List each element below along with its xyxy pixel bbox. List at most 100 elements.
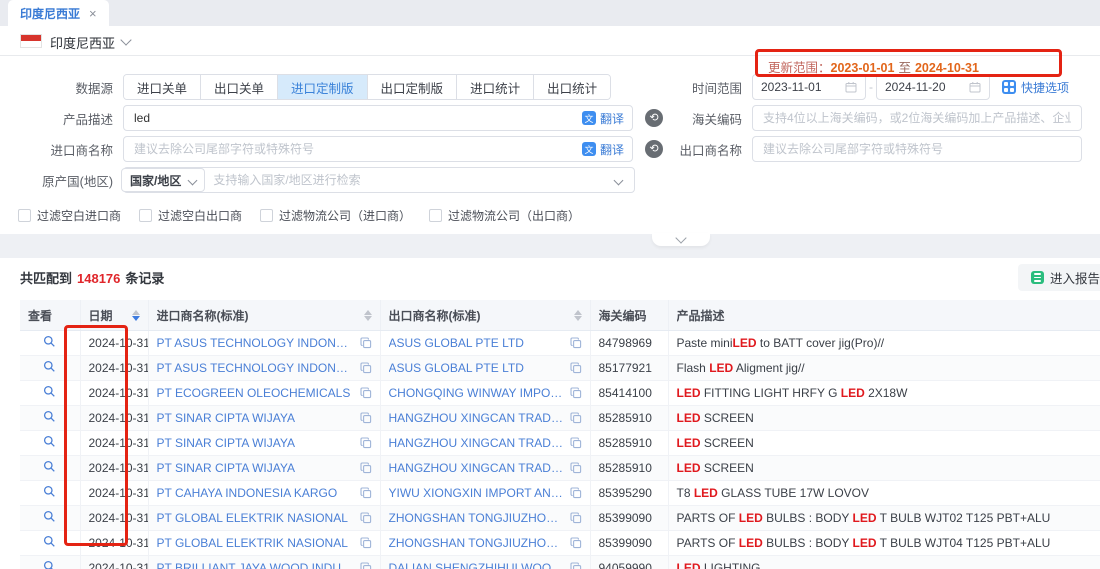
- origin-search-input[interactable]: [211, 172, 609, 188]
- copy-icon[interactable]: [360, 562, 372, 569]
- copy-icon[interactable]: [570, 537, 582, 549]
- data-source-tab-0[interactable]: 进口关单: [124, 75, 201, 99]
- copy-icon[interactable]: [570, 512, 582, 524]
- checkbox-icon[interactable]: [18, 209, 31, 222]
- copy-icon[interactable]: [360, 412, 372, 424]
- view-cell[interactable]: [20, 381, 80, 406]
- importer-cell-link[interactable]: PT CAHAYA INDONESIA KARGO: [157, 486, 354, 500]
- magnifier-icon[interactable]: [43, 485, 56, 498]
- quick-options-link[interactable]: 快捷选项: [1002, 79, 1069, 96]
- view-cell[interactable]: [20, 506, 80, 531]
- update-range-from: 2023-01-01: [831, 61, 895, 75]
- magnifier-icon[interactable]: [43, 335, 56, 348]
- translate-button[interactable]: 文 翻译: [582, 141, 624, 158]
- exporter-cell-link[interactable]: ASUS GLOBAL PTE LTD: [389, 361, 564, 375]
- copy-icon[interactable]: [360, 487, 372, 499]
- tab-indonesia[interactable]: 印度尼西亚 ×: [8, 0, 109, 26]
- filter-checkbox-3[interactable]: 过滤物流公司（出口商）: [429, 207, 580, 224]
- copy-icon[interactable]: [570, 337, 582, 349]
- view-cell[interactable]: [20, 406, 80, 431]
- translate-button[interactable]: 文 翻译: [582, 110, 624, 127]
- exporter-cell-link[interactable]: DALIAN SHENGZHIHUI WOOD INDUST...: [389, 561, 564, 569]
- checkbox-icon[interactable]: [260, 209, 273, 222]
- exporter-cell-link[interactable]: ASUS GLOBAL PTE LTD: [389, 336, 564, 350]
- importer-cell-link[interactable]: PT BRILLIANT JAYA WOOD INDUSTRY: [157, 561, 354, 569]
- importer-cell-link[interactable]: PT ASUS TECHNOLOGY INDONESIA BA...: [157, 336, 354, 350]
- importer-cell-link[interactable]: PT SINAR CIPTA WIJAYA: [157, 461, 354, 475]
- sort-icon[interactable]: [574, 310, 582, 321]
- view-cell[interactable]: [20, 531, 80, 556]
- copy-icon[interactable]: [570, 462, 582, 474]
- magnifier-icon[interactable]: [43, 435, 56, 448]
- copy-icon[interactable]: [360, 462, 372, 474]
- view-cell[interactable]: [20, 431, 80, 456]
- column-header-1[interactable]: 日期: [80, 300, 148, 331]
- copy-icon[interactable]: [570, 437, 582, 449]
- close-icon[interactable]: ×: [89, 7, 97, 20]
- exporter-cell-link[interactable]: HANGZHOU XINGCAN TRADING CO LTD: [389, 411, 564, 425]
- date-from-input[interactable]: 2023-11-01: [752, 74, 866, 100]
- column-header-2[interactable]: 进口商名称(标准): [148, 300, 380, 331]
- magnifier-icon[interactable]: [43, 560, 56, 569]
- filter-checkbox-0[interactable]: 过滤空白进口商: [18, 207, 121, 224]
- copy-icon[interactable]: [570, 387, 582, 399]
- importer-cell-link[interactable]: PT SINAR CIPTA WIJAYA: [157, 411, 354, 425]
- view-cell[interactable]: [20, 481, 80, 506]
- magnifier-icon[interactable]: [43, 360, 56, 373]
- data-source-tab-4[interactable]: 进口统计: [457, 75, 534, 99]
- exporter-input[interactable]: [761, 141, 1073, 157]
- copy-icon[interactable]: [570, 487, 582, 499]
- enter-report-button[interactable]: 进入报告: [1018, 264, 1100, 291]
- date-cell: 2024-10-31: [80, 431, 148, 456]
- hs-code-cell: 85285910: [590, 431, 668, 456]
- view-cell[interactable]: [20, 356, 80, 381]
- exporter-cell-link[interactable]: HANGZHOU XINGCAN TRADING CO LTD: [389, 461, 564, 475]
- importer-cell-link[interactable]: PT GLOBAL ELEKTRIK NASIONAL: [157, 511, 354, 525]
- data-source-tab-1[interactable]: 出口关单: [201, 75, 278, 99]
- filter-checkbox-2[interactable]: 过滤物流公司（进口商）: [260, 207, 411, 224]
- copy-icon[interactable]: [360, 362, 372, 374]
- copy-icon[interactable]: [360, 337, 372, 349]
- importer-input[interactable]: [132, 141, 576, 157]
- copy-icon[interactable]: [570, 362, 582, 374]
- origin-select[interactable]: 国家/地区: [121, 168, 205, 192]
- magnifier-icon[interactable]: [43, 535, 56, 548]
- date-to-input[interactable]: 2024-11-20: [876, 74, 990, 100]
- view-cell[interactable]: [20, 456, 80, 481]
- importer-cell-link[interactable]: PT SINAR CIPTA WIJAYA: [157, 436, 354, 450]
- importer-cell-link[interactable]: PT ASUS TECHNOLOGY INDONESIA BA...: [157, 361, 354, 375]
- magnifier-icon[interactable]: [43, 510, 56, 523]
- importer-cell-link[interactable]: PT GLOBAL ELEKTRIK NASIONAL: [157, 536, 354, 550]
- importer-cell-link[interactable]: PT ECOGREEN OLEOCHEMICALS: [157, 386, 354, 400]
- view-cell[interactable]: [20, 331, 80, 356]
- magnifier-icon[interactable]: [43, 410, 56, 423]
- exporter-cell-link[interactable]: ZHONGSHAN TONGJIUZHOU INTERNA...: [389, 536, 564, 550]
- checkbox-icon[interactable]: [429, 209, 442, 222]
- copy-icon[interactable]: [360, 512, 372, 524]
- sort-icon[interactable]: [132, 310, 140, 321]
- column-header-3[interactable]: 出口商名称(标准): [380, 300, 590, 331]
- magnifier-icon[interactable]: [43, 460, 56, 473]
- chevron-down-icon[interactable]: [614, 175, 624, 185]
- customs-code-input[interactable]: [761, 110, 1073, 126]
- copy-icon[interactable]: [360, 387, 372, 399]
- exporter-cell-link[interactable]: HANGZHOU XINGCAN TRADING CO LTD: [389, 436, 564, 450]
- exporter-cell-link[interactable]: YIWU XIONGXIN IMPORT AND EXPORT...: [389, 486, 564, 500]
- product-desc-input[interactable]: [132, 110, 576, 126]
- sort-icon[interactable]: [364, 310, 372, 321]
- magnifier-icon[interactable]: [43, 385, 56, 398]
- exporter-cell-link[interactable]: CHONGQING WINWAY IMPORT AND E...: [389, 386, 564, 400]
- data-source-tab-3[interactable]: 出口定制版: [368, 75, 458, 99]
- view-cell[interactable]: [20, 556, 80, 569]
- copy-icon[interactable]: [570, 562, 582, 569]
- filter-checkbox-1[interactable]: 过滤空白出口商: [139, 207, 242, 224]
- copy-icon[interactable]: [360, 437, 372, 449]
- exporter-cell-link[interactable]: ZHONGSHAN TONGJIUZHOU INTERNA...: [389, 511, 564, 525]
- collapse-panel-handle[interactable]: [652, 233, 710, 246]
- checkbox-icon[interactable]: [139, 209, 152, 222]
- copy-icon[interactable]: [570, 412, 582, 424]
- copy-icon[interactable]: [360, 537, 372, 549]
- data-source-tab-5[interactable]: 出口统计: [534, 75, 610, 99]
- chevron-down-icon[interactable]: [120, 34, 131, 45]
- data-source-tab-2[interactable]: 进口定制版: [278, 75, 368, 99]
